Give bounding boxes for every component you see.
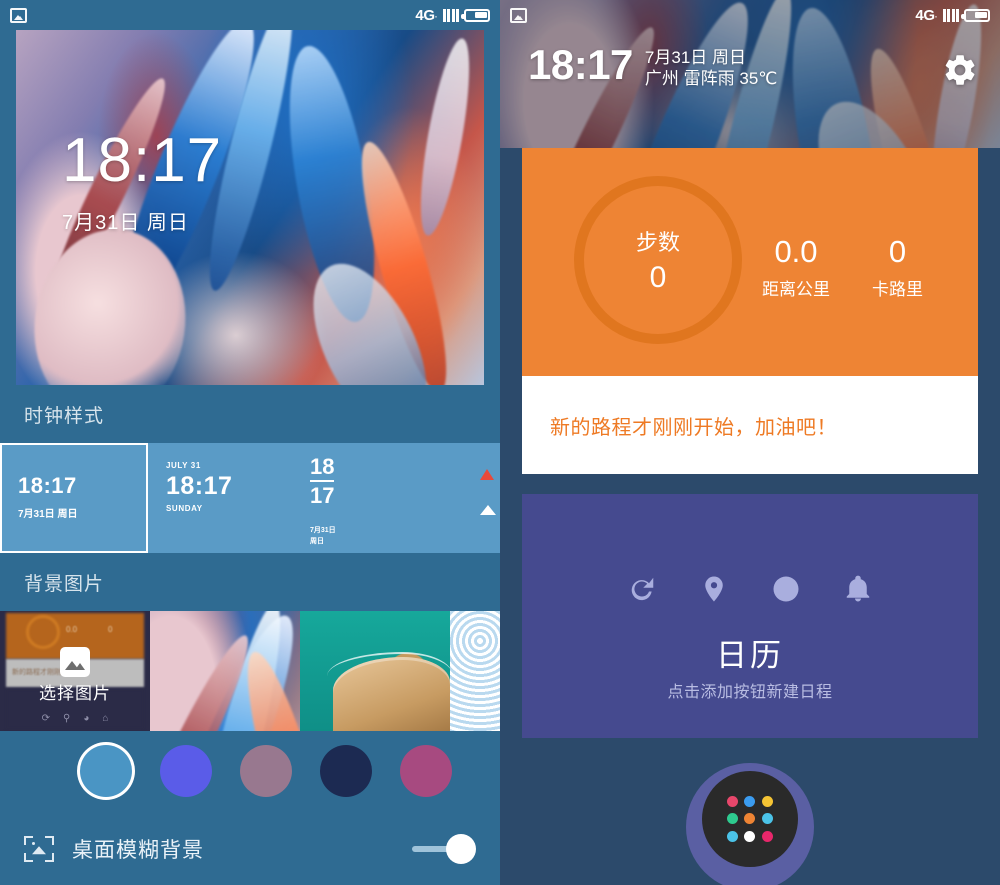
home-weather: 广州 雷阵雨 35℃ <box>644 69 778 89</box>
color-swatch-list[interactable] <box>0 731 500 811</box>
frame-picture-icon <box>24 836 54 862</box>
blur-background-toggle[interactable] <box>412 834 476 864</box>
drawer-dot-6 <box>761 813 773 825</box>
refresh-icon[interactable] <box>627 574 657 609</box>
clock-style-1-time: 18:17 <box>18 473 77 498</box>
app-drawer-button[interactable] <box>702 771 798 867</box>
step-counter-card[interactable]: 步数 0 0.0 距离公里 0 卡路里 <box>522 148 978 376</box>
step-metrics: 0.0 距离公里 0 卡路里 <box>762 234 960 300</box>
background-picture-heading: 背景图片 <box>24 573 105 595</box>
clock-style-option-3[interactable]: 18 17 7月31日 周日 <box>288 443 440 553</box>
background-option-choose-picture[interactable]: 0.0 0 新的路程才刚刚开始 ⟳ ⚲ ◕ ⌂ 选择图片 <box>0 611 150 731</box>
blur-background-label: 桌面模糊背景 <box>72 839 204 862</box>
step-ring-value: 0 <box>649 261 667 294</box>
drawer-dot-4 <box>727 813 739 825</box>
swatch-mauve[interactable] <box>240 745 292 797</box>
calendar-card[interactable]: 日历 点击添加按钮新建日程 <box>522 494 978 738</box>
clock-style-option-2[interactable]: JULY 31 18:17 SUNDAY <box>148 443 288 553</box>
clock-style-2-toplabel: JULY 31 <box>166 461 201 470</box>
metric-calories-label: 卡路里 <box>872 279 923 299</box>
preview-date: 7月31日 周日 <box>62 212 189 234</box>
picture-icon <box>510 7 527 23</box>
background-option-abstract-paint[interactable] <box>150 611 300 731</box>
drawer-dot-7 <box>727 830 739 842</box>
preview-time: 18:17 <box>62 126 223 195</box>
metric-distance-label: 距离公里 <box>762 279 830 299</box>
home-date: 7月31日 周日 <box>644 48 747 67</box>
preview-clock: 18:17 7月31日 周日 <box>62 130 222 235</box>
motivation-message-text: 新的路程才刚刚开始，加油吧！ <box>550 416 837 439</box>
metric-distance-value: 0.0 <box>774 234 818 269</box>
calendar-title: 日历 <box>716 638 784 673</box>
clock-style-2-bottomlabel: SUNDAY <box>166 504 203 513</box>
swatch-blue[interactable] <box>80 745 132 797</box>
thumb-abstract-art <box>150 611 300 731</box>
bell-icon[interactable] <box>843 574 873 609</box>
battery-icon <box>461 8 490 22</box>
clock-style-2-time: 18:17 <box>166 472 233 500</box>
thumb-blurred-ring <box>26 615 60 649</box>
gear-icon[interactable] <box>942 52 978 88</box>
calendar-subtitle: 点击添加按钮新建日程 <box>667 684 833 701</box>
drawer-dot-9 <box>761 830 773 842</box>
location-pin-icon[interactable] <box>699 574 729 609</box>
toggle-knob <box>446 834 476 864</box>
swatch-magenta[interactable] <box>400 745 452 797</box>
clock-style-option-1[interactable]: 18:17 7月31日 周日 <box>0 443 148 553</box>
status-bar-right-icons: 4G· <box>415 7 490 24</box>
signal-bars-icon <box>442 8 459 22</box>
clock-style-3-fraction: 18 17 <box>310 454 335 509</box>
signal-bars-icon <box>942 8 959 22</box>
thumb-blurred-metric-1: 0.0 <box>66 625 78 634</box>
lockscreen-preview[interactable]: 18:17 7月31日 周日 <box>16 30 484 385</box>
swatch-indigo[interactable] <box>160 745 212 797</box>
metric-calories: 0 卡路里 <box>872 234 923 300</box>
calendar-icon-row[interactable] <box>522 574 978 609</box>
status-bar-right-screen: 4G· <box>500 0 1000 30</box>
background-picture-list[interactable]: 0.0 0 新的路程才刚刚开始 ⟳ ⚲ ◕ ⌂ 选择图片 <box>0 611 500 731</box>
step-ring: 步数 0 <box>574 176 742 344</box>
drawer-dot-3 <box>761 796 773 808</box>
home-clock-widget[interactable]: 18:17 7月31日 周日 广州 雷阵雨 35℃ <box>528 44 777 90</box>
network-type-label: 4G· <box>415 6 438 24</box>
metric-calories-value: 0 <box>888 234 907 269</box>
clock-style-4-red-shape <box>480 469 494 480</box>
thumb-pier-rail <box>327 651 450 676</box>
metric-distance: 0.0 距离公里 <box>762 234 830 300</box>
thumb-blurred-icons: ⟳ ⚲ ◕ ⌂ <box>41 713 109 724</box>
clock-style-heading: 时钟样式 <box>24 405 105 427</box>
drawer-dot-5 <box>744 813 756 825</box>
blur-background-row[interactable]: 桌面模糊背景 <box>0 821 500 877</box>
dual-screenshot: 4G· 18:17 7月31日 周日 时钟样式 18:17 7月31日 周日 J… <box>0 0 1000 885</box>
swatch-navy[interactable] <box>320 745 372 797</box>
drawer-dot-1 <box>727 796 739 808</box>
network-type-label: 4G· <box>915 6 938 24</box>
left-screen-lockscreen-settings: 4G· 18:17 7月31日 周日 时钟样式 18:17 7月31日 周日 J… <box>0 0 500 885</box>
background-option-pier-teal[interactable] <box>300 611 450 731</box>
clock-style-4-white-shape <box>480 505 496 515</box>
clock-style-3-divider <box>310 480 335 483</box>
clock-icon[interactable] <box>771 574 801 609</box>
drawer-dot-8 <box>744 830 756 842</box>
clock-style-3-hour: 18 <box>310 454 335 479</box>
picture-icon <box>10 7 27 23</box>
clock-style-3-date: 7月31日 周日 <box>310 527 336 545</box>
motivation-message-card[interactable]: 新的路程才刚刚开始，加油吧！ <box>522 376 978 474</box>
clock-style-1-date: 7月31日 周日 <box>18 509 78 520</box>
background-option-ripples[interactable] <box>450 611 500 731</box>
thumb-blurred-metric-2: 0 <box>108 625 113 634</box>
status-bar-left: 4G· <box>0 0 500 30</box>
clock-style-option-4[interactable] <box>440 443 500 553</box>
home-date-weather: 7月31日 周日 广州 雷阵雨 35℃ <box>645 44 777 90</box>
home-time: 18:17 <box>528 41 633 88</box>
step-ring-label: 步数 <box>635 230 680 255</box>
drawer-dot-2 <box>744 796 756 808</box>
image-picker-icon <box>60 647 90 677</box>
background-option-choose-label: 选择图片 <box>39 684 111 703</box>
clock-style-3-minute: 17 <box>310 483 335 509</box>
battery-icon <box>961 8 990 22</box>
clock-style-list[interactable]: 18:17 7月31日 周日 JULY 31 18:17 SUNDAY 18 1… <box>0 443 500 553</box>
right-screen-homescreen: 4G· 18:17 7月31日 周日 广州 雷阵雨 35℃ 步数 0 0.0 距… <box>500 0 1000 885</box>
status-bar-left-icons <box>10 7 27 23</box>
